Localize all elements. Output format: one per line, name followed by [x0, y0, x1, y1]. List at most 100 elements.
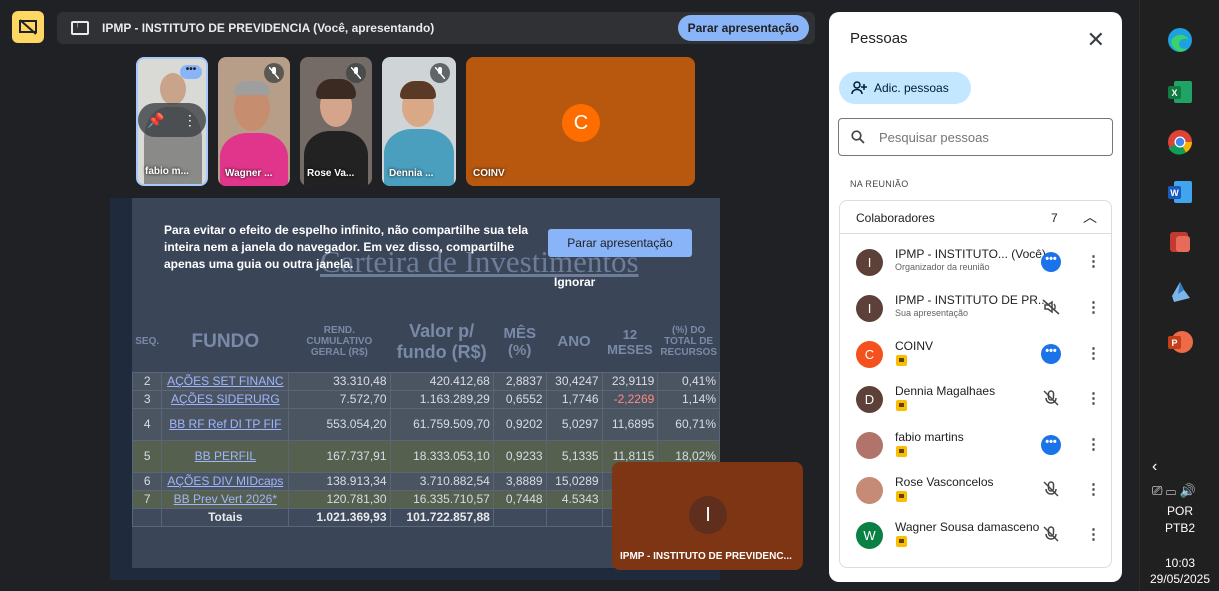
search-people-field[interactable] [838, 118, 1113, 156]
more-vert-icon[interactable]: ⋮ [1086, 525, 1101, 543]
fund-link[interactable]: AÇÕES SET FINANC [161, 371, 290, 391]
more-vert-icon[interactable]: ⋮ [1086, 344, 1101, 362]
table-cell: 3,8889 [492, 471, 547, 491]
fund-link[interactable]: AÇÕES DIV MIDcaps [161, 471, 290, 491]
search-input[interactable] [879, 129, 1079, 145]
fund-link[interactable]: BB PERFIL [161, 439, 290, 473]
participant-row[interactable]: D Dennia Magalhaes ⋮ [840, 378, 1111, 423]
more-options-icon[interactable]: ••• [1041, 435, 1061, 455]
table-cell: 138.913,34 [288, 471, 391, 491]
panel-title: Pessoas [850, 30, 908, 47]
participant-tile-fabio[interactable]: ••• 📌 ⋮ fabio m... [136, 57, 208, 186]
more-vert-icon[interactable]: ⋮ [1086, 435, 1101, 453]
chrome-icon[interactable] [1166, 128, 1194, 156]
ignore-button[interactable]: Ignorar [554, 275, 595, 289]
avatar: C [562, 104, 600, 142]
column-header: SEQ. [135, 336, 160, 348]
volume-off-icon [1042, 299, 1060, 315]
participant-role: Organizador da reunião [895, 262, 990, 272]
table-cell: 0,6552 [492, 389, 547, 409]
word-icon[interactable]: W [1166, 178, 1194, 206]
present-screen-icon [71, 18, 89, 35]
participant-tile-dennia[interactable]: Dennia ... [382, 57, 456, 186]
more-vert-icon[interactable]: ⋮ [1086, 389, 1101, 407]
svg-text:W: W [1170, 188, 1179, 198]
participant-tile-coinv[interactable]: C COINV [466, 57, 695, 186]
mic-off-icon [346, 63, 366, 83]
table-cell: 5 [131, 439, 163, 473]
more-vert-icon[interactable]: ⋮ [1086, 252, 1101, 270]
participant-name: Rose Vasconcelos [895, 475, 994, 489]
guest-badge-icon [896, 491, 907, 502]
present-indicator-icon[interactable] [12, 11, 44, 43]
more-options-icon[interactable]: ••• [1041, 344, 1061, 364]
clock-time: 10:03 [1164, 556, 1196, 570]
self-view-tile[interactable]: I IPMP - INSTITUTO DE PREVIDENC... [612, 462, 803, 570]
more-vert-icon[interactable]: ⋮ [1086, 298, 1101, 316]
column-header: REND. CUMULATIVO GERAL (R$) [306, 325, 373, 359]
table-cell: 0,7448 [492, 489, 547, 509]
fund-link[interactable]: BB Prev Vert 2026* [161, 489, 290, 509]
table-cell: 4.5343 [545, 489, 603, 509]
table-cell: 0,41% [657, 371, 720, 391]
avatar: C [856, 341, 883, 368]
mirror-warning-text: Para evitar o efeito de espelho infinito… [164, 223, 529, 271]
meeting-stage: IPMP - INSTITUTO DE PREVIDENCIA (Você, a… [0, 0, 829, 591]
table-cell: 33.310,48 [288, 371, 391, 391]
close-icon[interactable]: ✕ [1087, 27, 1105, 53]
participant-row[interactable]: fabio martins ••• ⋮ [840, 424, 1111, 469]
table-cell: 2,8837 [492, 371, 547, 391]
chevron-up-icon[interactable]: ︿ [1083, 207, 1097, 227]
table-cell: 15,0289 [545, 471, 603, 491]
system-tray-icons[interactable]: ⎚ ▭ 🔊 [1152, 483, 1196, 499]
app-icon[interactable] [1166, 228, 1194, 256]
table-cell: 3 [131, 389, 163, 409]
fund-link[interactable]: BB RF Ref DI TP FIF [161, 407, 290, 441]
table-cell: 1,14% [657, 389, 720, 409]
more-options-icon[interactable]: ••• [180, 65, 202, 79]
table-cell: 60,71% [657, 407, 720, 441]
column-header: ANO [557, 333, 591, 351]
stop-presenting-button[interactable]: Parar apresentação [548, 229, 692, 257]
fund-link[interactable]: AÇÕES SIDERURG [161, 389, 290, 409]
table-cell: 23,9119 [601, 371, 659, 391]
tile-name: fabio m... [145, 166, 189, 177]
chevron-left-icon[interactable]: ‹ [1152, 458, 1157, 476]
powerpoint-icon[interactable]: P [1166, 328, 1194, 356]
totals-rend: 1.021.369,93 [288, 507, 391, 527]
participant-tile-rose[interactable]: Rose Va... [300, 57, 372, 186]
participant-row[interactable]: Rose Vasconcelos ⋮ [840, 469, 1111, 514]
mic-off-icon [1043, 481, 1059, 497]
participant-row[interactable]: I IPMP - INSTITUTO DE PR... Sua apresent… [840, 287, 1111, 332]
avatar: W [856, 522, 883, 549]
clock[interactable]: 10:03 29/05/2025 [1140, 555, 1219, 587]
app-icon[interactable] [1166, 278, 1194, 306]
table-cell: 167.737,91 [288, 439, 391, 473]
people-panel: Pessoas ✕ Adic. pessoas NA REUNIÃO Colab… [829, 12, 1122, 582]
tile-name: IPMP - INSTITUTO DE PREVIDENC... [620, 551, 792, 562]
participant-hair [400, 81, 436, 99]
tile-name: Rose Va... [307, 168, 355, 179]
participant-name: fabio martins [895, 430, 964, 444]
tile-name: Dennia ... [389, 168, 434, 179]
table-cell: -2,2269 [601, 389, 659, 409]
stop-presenting-button[interactable]: Parar apresentação [677, 15, 809, 41]
edge-icon[interactable] [1166, 26, 1194, 54]
collaborators-header[interactable]: Colaboradores 7 ︿ [840, 201, 1111, 234]
table-cell: 6 [131, 471, 163, 491]
avatar: I [856, 295, 883, 322]
excel-icon[interactable]: X [1166, 78, 1194, 106]
totals-label: Totais [161, 507, 290, 527]
pin-icon[interactable]: 📌 [147, 112, 164, 129]
svg-text:P: P [1171, 338, 1177, 348]
more-options-icon[interactable]: ••• [1041, 252, 1061, 272]
more-vert-icon[interactable]: ⋮ [1086, 480, 1101, 498]
participant-tile-wagner[interactable]: Wagner ... [218, 57, 290, 186]
table-cell: 420.412,68 [389, 371, 494, 391]
more-vert-icon[interactable]: ⋮ [183, 112, 197, 129]
language-indicator[interactable]: POR PTB2 [1162, 503, 1198, 537]
add-people-button[interactable]: Adic. pessoas [839, 72, 971, 104]
participant-row[interactable]: W Wagner Sousa damasceno ⋮ [840, 514, 1111, 559]
participant-row[interactable]: I IPMP - INSTITUTO... (Você) Organizador… [840, 241, 1111, 286]
participant-row[interactable]: C COINV ••• ⋮ [840, 333, 1111, 378]
